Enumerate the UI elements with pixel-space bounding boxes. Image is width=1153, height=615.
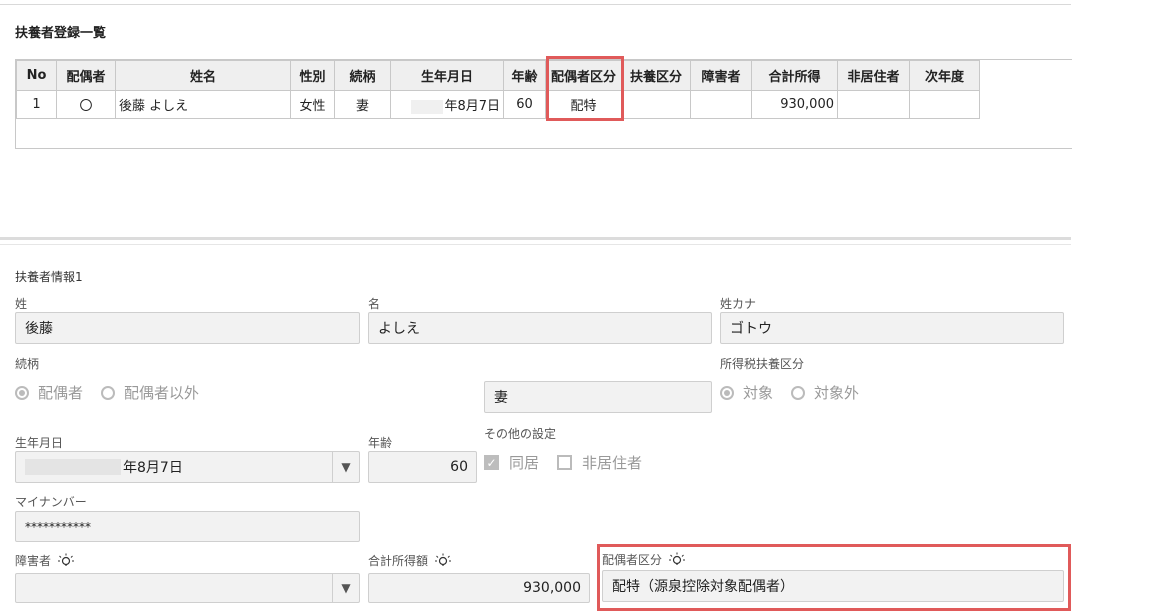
cell-gender: 女性 bbox=[290, 90, 335, 119]
col-header-spouse[interactable]: 配偶者 bbox=[56, 60, 116, 91]
cell-spouse: 〇 bbox=[56, 90, 116, 119]
disability-select[interactable]: ▼ bbox=[15, 573, 360, 603]
cell-birthdate-text: 年8月7日 bbox=[444, 99, 500, 114]
lightbulb-icon[interactable] bbox=[668, 552, 686, 568]
radio-target[interactable] bbox=[720, 385, 734, 400]
cell-birthdate: 年8月7日 bbox=[390, 90, 504, 119]
cell-nonresident bbox=[837, 90, 910, 119]
birthdate-dropdown-arrow-icon[interactable]: ▼ bbox=[332, 452, 359, 482]
cell-dependent-class bbox=[621, 90, 691, 119]
radio-not-spouse-label: 配偶者以外 bbox=[124, 384, 200, 402]
last-name-kana-label: 姓カナ bbox=[720, 297, 757, 311]
my-number-label: マイナンバー bbox=[15, 495, 87, 509]
col-header-age[interactable]: 年齢 bbox=[503, 60, 546, 91]
radio-not-target[interactable] bbox=[791, 385, 806, 400]
last-name-kana-field[interactable]: ゴトウ bbox=[720, 312, 1064, 344]
relation-radio-group: 配偶者 配偶者以外 bbox=[15, 382, 199, 403]
col-header-relation[interactable]: 続柄 bbox=[334, 60, 391, 91]
radio-not-spouse[interactable] bbox=[101, 385, 116, 400]
birthdate-value: 年8月7日 bbox=[123, 460, 183, 476]
nonresident-checkbox[interactable] bbox=[557, 455, 573, 470]
dependents-table: No 配偶者 姓名 性別 続柄 生年月日 年齢 配偶者区分 扶養区分 障害者 合… bbox=[16, 60, 980, 119]
nonresident-label: 非居住者 bbox=[582, 454, 643, 472]
radio-not-target-label: 対象外 bbox=[814, 384, 860, 402]
masked-year bbox=[411, 99, 444, 114]
col-header-gender[interactable]: 性別 bbox=[290, 60, 335, 91]
cell-relation: 妻 bbox=[334, 90, 391, 119]
disability-label-wrap: 障害者 bbox=[15, 552, 75, 569]
spouse-class-label-wrap: 配偶者区分 bbox=[602, 551, 686, 568]
col-header-birthdate[interactable]: 生年月日 bbox=[390, 60, 504, 91]
cell-disability bbox=[690, 90, 752, 119]
total-income-field[interactable]: 930,000 bbox=[368, 573, 590, 603]
table-row[interactable]: 1 〇 後藤 よしえ 女性 妻 年8月7日 60 配特 930,000 bbox=[16, 90, 980, 119]
top-divider bbox=[0, 4, 1071, 5]
age-label: 年齢 bbox=[368, 436, 393, 450]
spouse-class-label: 配偶者区分 bbox=[602, 553, 663, 567]
first-name-field[interactable]: よしえ bbox=[368, 312, 712, 344]
col-header-total-income[interactable]: 合計所得 bbox=[751, 60, 838, 91]
col-header-dependent-class[interactable]: 扶養区分 bbox=[621, 60, 691, 91]
cohabiting-checkbox[interactable]: ✓ bbox=[484, 455, 499, 470]
disability-dropdown-arrow-icon[interactable]: ▼ bbox=[332, 574, 359, 602]
col-header-next-year[interactable]: 次年度 bbox=[909, 60, 980, 91]
birthdate-select[interactable]: 年8月7日 ▼ bbox=[15, 451, 360, 483]
radio-spouse-label: 配偶者 bbox=[38, 384, 84, 402]
radio-spouse[interactable] bbox=[15, 385, 29, 400]
list-title: 扶養者登録一覧 bbox=[15, 26, 107, 41]
other-settings-label: その他の設定 bbox=[484, 427, 557, 441]
col-header-nonresident[interactable]: 非居住者 bbox=[837, 60, 910, 91]
spouse-class-column-highlight bbox=[546, 56, 624, 121]
cell-age: 60 bbox=[503, 90, 546, 119]
age-field[interactable]: 60 bbox=[368, 451, 477, 483]
radio-target-label: 対象 bbox=[743, 384, 774, 402]
tax-dependent-label: 所得税扶養区分 bbox=[720, 357, 805, 371]
my-number-field[interactable]: *********** bbox=[15, 511, 360, 542]
spouse-class-field[interactable]: 配特（源泉控除対象配偶者） bbox=[602, 570, 1064, 602]
cohabiting-label: 同居 bbox=[509, 454, 540, 472]
col-header-no[interactable]: No bbox=[16, 60, 57, 91]
relation-field[interactable]: 妻 bbox=[484, 381, 712, 413]
masked-birth-year bbox=[25, 459, 121, 475]
last-name-label: 姓 bbox=[15, 297, 28, 311]
lightbulb-icon[interactable] bbox=[57, 553, 75, 569]
cell-next-year bbox=[909, 90, 980, 119]
tax-dependent-radio-group: 対象 対象外 bbox=[720, 382, 859, 403]
first-name-label: 名 bbox=[368, 297, 381, 311]
cell-name: 後藤 よしえ bbox=[115, 90, 291, 119]
section-divider-inner bbox=[0, 244, 1071, 245]
total-income-label: 合計所得額 bbox=[368, 554, 429, 568]
total-income-label-wrap: 合計所得額 bbox=[368, 552, 452, 569]
disability-label: 障害者 bbox=[15, 554, 52, 568]
table-header-row: No 配偶者 姓名 性別 続柄 生年月日 年齢 配偶者区分 扶養区分 障害者 合… bbox=[16, 60, 980, 91]
cell-total-income: 930,000 bbox=[751, 90, 838, 119]
other-settings-group: ✓ 同居 非居住者 bbox=[484, 452, 642, 473]
col-header-disability[interactable]: 障害者 bbox=[690, 60, 752, 91]
relation-label: 続柄 bbox=[15, 357, 40, 371]
section-divider bbox=[0, 237, 1071, 240]
last-name-field[interactable]: 後藤 bbox=[15, 312, 360, 344]
cell-no: 1 bbox=[16, 90, 57, 119]
lightbulb-icon[interactable] bbox=[434, 553, 452, 569]
birthdate-label: 生年月日 bbox=[15, 436, 64, 450]
dependents-grid: No 配偶者 姓名 性別 続柄 生年月日 年齢 配偶者区分 扶養区分 障害者 合… bbox=[15, 59, 1072, 149]
col-header-name[interactable]: 姓名 bbox=[115, 60, 291, 91]
form-section-title: 扶養者情報1 bbox=[15, 270, 83, 284]
